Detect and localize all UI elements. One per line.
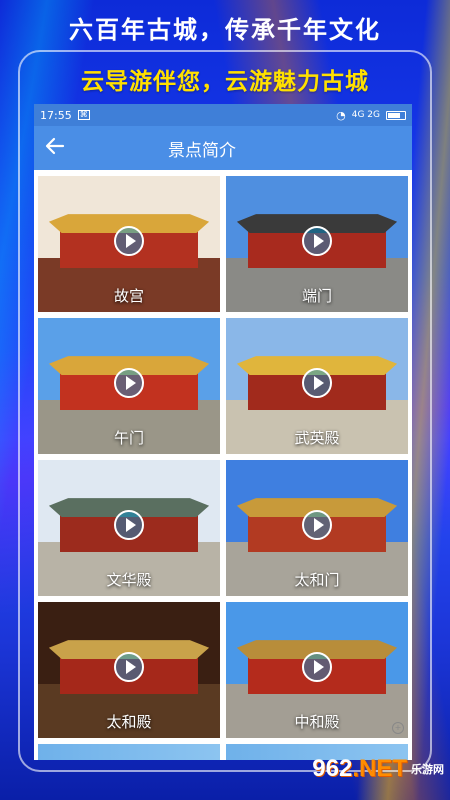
spot-name: 文华殿 [106, 571, 152, 589]
battery-icon [386, 110, 406, 120]
spot-grid: 故宫 端门午门 武英殿文华殿 太和门太和殿 中和殿 + [34, 170, 412, 738]
watermark-logo: 962.NET [312, 755, 407, 782]
status-time: 17:55 [40, 108, 72, 122]
spot-name: 武英殿 [294, 429, 340, 447]
promo-title: 六百年古城，传承千年文化 [69, 16, 381, 44]
page-title: 景点简介 [168, 140, 236, 161]
arrow-left-icon[interactable] [34, 136, 76, 161]
wifi-icon: ◔ [336, 108, 346, 122]
network-indicator: 4G 2G [351, 110, 380, 120]
spot-card-peek[interactable] [38, 744, 220, 760]
spot-card[interactable]: 太和门 [226, 460, 408, 596]
spot-name: 中和殿 [294, 713, 340, 731]
spot-name: 太和门 [294, 571, 340, 589]
status-bar: 17:55 ⌘ ◔ 4G 2G [34, 104, 412, 126]
spot-name: 端门 [301, 287, 332, 305]
spot-name: 故宫 [113, 287, 144, 305]
spot-card[interactable]: 端门 [226, 176, 408, 312]
app-bar: 景点简介 [34, 126, 412, 170]
phone-screen: 17:55 ⌘ ◔ 4G 2G 景点简介 故宫 端门午门 武英殿文华殿 太和门太和殿 中… [34, 104, 412, 760]
notification-icon: ⌘ [77, 110, 90, 120]
spot-card[interactable]: 故宫 [38, 176, 220, 312]
spot-card[interactable]: 武英殿 [226, 318, 408, 454]
spot-card[interactable]: 午门 [38, 318, 220, 454]
promo-subtitle: 云导游伴您，云游魅力古城 [81, 69, 369, 95]
spot-card[interactable]: 文华殿 [38, 460, 220, 596]
spot-name: 午门 [113, 429, 144, 447]
spot-name: 太和殿 [106, 713, 152, 731]
watermark-site-name: 乐游网 [411, 762, 444, 776]
site-watermark: 962.NET 乐游网 [304, 748, 444, 790]
zoom-icon[interactable]: + [392, 722, 404, 734]
spot-card[interactable]: 太和殿 [38, 602, 220, 738]
spot-card[interactable]: 中和殿 + [226, 602, 408, 738]
